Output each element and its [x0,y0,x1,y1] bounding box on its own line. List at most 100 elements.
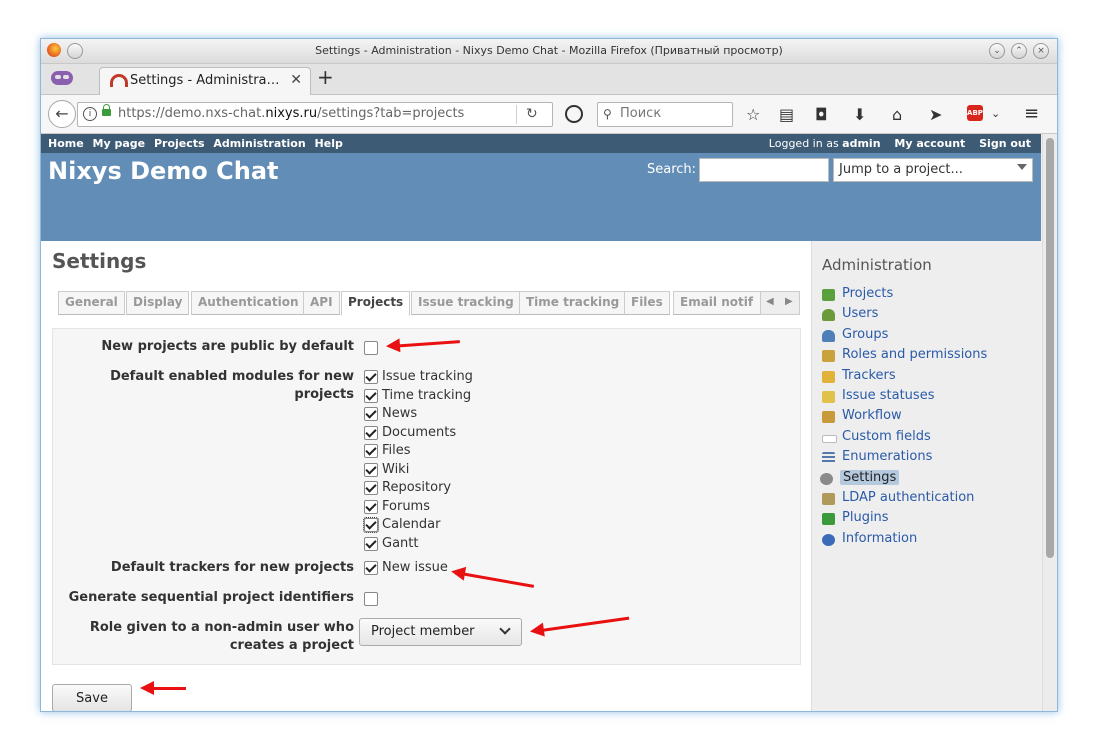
maximize-icon[interactable]: ⌃ [1011,43,1027,59]
top-menu-projects[interactable]: Projects [154,137,205,150]
module-wiki-checkbox[interactable] [364,463,378,477]
browser-window: Settings - Administration - Nixys Demo C… [40,38,1058,712]
browser-tab[interactable]: Settings - Administra… ✕ [99,67,311,95]
close-icon[interactable]: × [1033,43,1049,59]
gear-icon [820,472,833,485]
module-gantt-label: Gantt [382,536,419,551]
save-button[interactable]: Save [52,684,132,711]
tabs-scroll-buttons: ◀ ▶ [760,291,800,315]
my-account-link[interactable]: My account [894,137,965,150]
scrollbar-thumb[interactable] [1046,138,1054,558]
role-select[interactable]: Project member [359,618,522,646]
search-input[interactable] [699,158,829,182]
browser-search-box[interactable]: ⚲ [597,102,733,127]
sidebar-item-label: Issue statuses [842,387,935,403]
module-documents-label: Documents [382,425,457,440]
trackers-label: Default trackers for new projects [110,560,354,575]
user-icon [822,309,835,322]
tab-issue-tracking[interactable]: Issue tracking [411,291,521,315]
module-calendar-label: Calendar [382,517,441,532]
hamburger-menu-icon[interactable]: ≡ [1024,103,1039,124]
tab-email-notifications[interactable]: Email notif [673,291,761,315]
modules-label: Default enabled modules for new projects [110,369,354,402]
key-icon [822,350,835,363]
public-default-checkbox[interactable] [364,341,378,355]
tab-authentication[interactable]: Authentication [191,291,306,315]
tracker-new-issue-checkbox[interactable] [364,561,378,575]
tab-close-icon[interactable]: ✕ [290,72,302,88]
logged-in-user[interactable]: admin [842,137,880,150]
browser-search-input[interactable] [618,105,730,122]
adblock-plus-icon[interactable]: ABP [967,105,983,121]
tabs-scroll-left-icon[interactable]: ◀ [766,296,774,307]
module-news-label: News [382,406,418,421]
top-menu-my-page[interactable]: My page [93,137,146,150]
settings-tabs: General Display Authentication API Proje… [58,291,802,316]
home-icon[interactable]: ⌂ [892,105,902,124]
group-icon [822,329,835,342]
reading-list-icon[interactable]: ▤ [779,105,794,124]
textfield-icon [822,434,837,443]
title-bar: Settings - Administration - Nixys Demo C… [41,39,1057,64]
sidebar-item-label: Information [842,530,918,546]
info-icon[interactable]: i [83,107,97,121]
tab-projects[interactable]: Projects [341,291,411,316]
search-label: Search: [647,162,697,177]
magnifier-icon: ⚲ [603,107,612,121]
role-label: Role given to a non-admin user who create… [89,620,354,653]
minimize-icon[interactable]: ⌄ [989,43,1005,59]
tab-general[interactable]: General [58,291,125,315]
jump-to-project-value: Jump to a project... [839,162,963,177]
sidebar-item-label: Projects [842,286,894,301]
reload-icon[interactable]: ↻ [526,106,538,122]
module-forums-checkbox[interactable] [364,500,378,514]
sidebar-item-label: Settings [840,469,900,485]
tab-files[interactable]: Files [624,291,670,315]
page-title: Settings [52,249,147,273]
server-key-icon [822,492,835,505]
sign-out-link[interactable]: Sign out [979,137,1031,150]
sequential-identifiers-checkbox[interactable] [364,592,378,606]
list-icon [822,452,835,465]
module-documents-checkbox[interactable] [364,426,378,440]
module-wiki-label: Wiki [382,462,410,477]
module-repository-label: Repository [382,480,452,495]
new-tab-icon[interactable]: + [317,65,334,89]
abp-dropdown-icon[interactable]: ⌄ [991,107,1000,120]
top-menu-home[interactable]: Home [48,137,84,150]
tabs-scroll-right-icon[interactable]: ▶ [785,296,793,307]
top-menu-administration[interactable]: Administration [213,137,305,150]
history-clock-icon[interactable] [565,105,583,123]
redmine-favicon-icon [110,74,128,87]
module-forums-label: Forums [382,499,430,514]
url-text[interactable]: https://demo.nxs-chat.nixys.ru/settings?… [118,106,464,121]
tab-display[interactable]: Display [126,291,190,315]
vertical-scrollbar[interactable] [1042,134,1057,711]
module-time-tracking-checkbox[interactable] [364,389,378,403]
navigation-bar: ← i https://demo.nxs-chat.nixys.ru/setti… [41,95,1057,134]
sidebar-item-label: Groups [842,326,889,342]
module-calendar-checkbox[interactable] [363,517,379,533]
lock-icon[interactable] [102,104,111,116]
info-icon [822,533,835,546]
module-news-checkbox[interactable] [364,407,378,421]
jump-to-project-select[interactable]: Jump to a project... [833,158,1033,182]
tab-api[interactable]: API [303,291,340,315]
module-repository-checkbox[interactable] [364,481,378,495]
sidebar-title: Administration [822,256,932,274]
url-bar[interactable]: i https://demo.nxs-chat.nixys.ru/setting… [77,102,553,127]
module-issue-tracking-checkbox[interactable] [364,370,378,384]
module-gantt-checkbox[interactable] [364,537,378,551]
send-icon[interactable]: ➤ [929,105,942,124]
download-arrow-icon[interactable]: ⬇ [853,105,866,124]
back-arrow-icon[interactable]: ← [48,100,76,128]
plugin-icon [822,513,835,526]
module-files-checkbox[interactable] [364,444,378,458]
bookmark-star-icon[interactable]: ☆ [746,105,760,124]
main-content: Settings General Display Authentication … [41,241,811,711]
top-menu-help[interactable]: Help [315,137,343,150]
tab-time-tracking[interactable]: Time tracking [519,291,627,315]
status-icon [822,390,835,403]
sidebar-item-label: Workflow [842,408,902,424]
pocket-icon[interactable]: ◘ [815,105,828,124]
